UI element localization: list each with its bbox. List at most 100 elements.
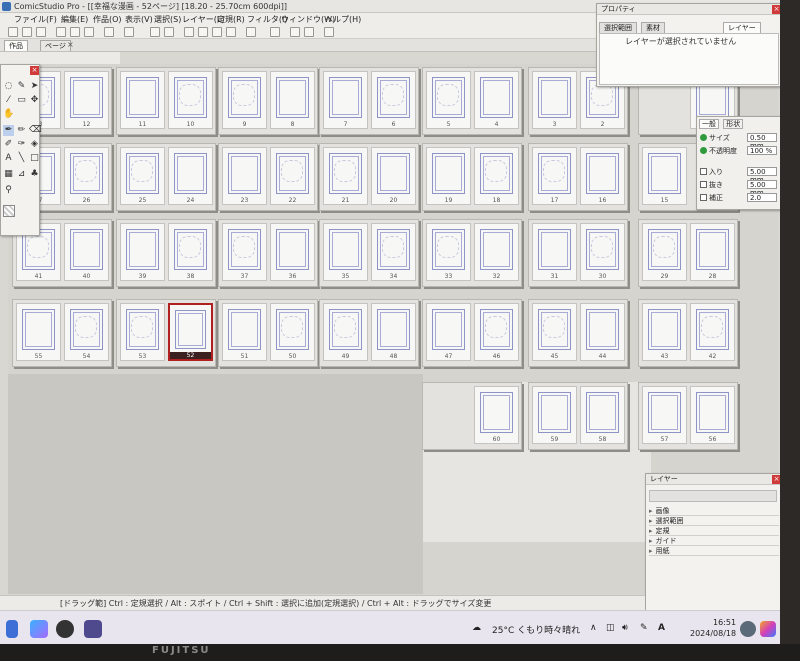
rect-icon[interactable]: □ xyxy=(29,153,40,164)
page-thumbnail[interactable]: 40 xyxy=(64,223,109,281)
page-thumbnail[interactable]: 48 xyxy=(371,303,416,361)
open-icon[interactable] xyxy=(22,27,32,37)
page-thumbnail[interactable]: 37 xyxy=(222,223,267,281)
page-thumbnail[interactable]: 4 xyxy=(474,71,519,129)
size-field[interactable]: 0.50 mm xyxy=(747,133,777,150)
undo-icon[interactable] xyxy=(150,27,160,37)
page-thumbnail[interactable]: 52 xyxy=(168,303,213,361)
zoom-tool-icon[interactable]: ⚲ xyxy=(3,185,14,196)
page-thumbnail[interactable]: 6 xyxy=(371,71,416,129)
end-checkbox[interactable] xyxy=(700,181,707,188)
lock-dot-icon[interactable] xyxy=(700,147,707,154)
page-thumbnail[interactable]: 23 xyxy=(222,147,267,205)
tab-layer[interactable]: レイヤー xyxy=(723,22,761,33)
page-thumbnail[interactable]: 60 xyxy=(474,386,519,444)
page-thumbnail[interactable]: 34 xyxy=(371,223,416,281)
page-thumbnail[interactable]: 33 xyxy=(426,223,471,281)
pen-tray-icon[interactable]: ✎ xyxy=(640,623,648,633)
page-thumbnail[interactable]: 25 xyxy=(120,147,165,205)
export-icon[interactable] xyxy=(290,27,300,37)
page-thumbnail[interactable]: 20 xyxy=(371,147,416,205)
clock[interactable]: 16:51 2024/08/18 xyxy=(690,617,736,639)
tray-arrow-icon[interactable]: ∧ xyxy=(590,623,597,633)
move-icon[interactable]: ✥ xyxy=(29,95,40,106)
page-thumbnail[interactable]: 36 xyxy=(270,223,315,281)
page-thumbnail[interactable]: 53 xyxy=(120,303,165,361)
page-thumbnail[interactable]: 46 xyxy=(474,303,519,361)
stamp-icon[interactable]: ♣ xyxy=(29,169,40,180)
text-icon[interactable]: A xyxy=(3,153,14,164)
page-thumbnail[interactable]: 43 xyxy=(642,303,687,361)
brush-icon[interactable]: ✑ xyxy=(16,139,27,150)
menu-select[interactable]: 選択(S) xyxy=(154,14,181,25)
opacity-field[interactable]: 100 % xyxy=(747,146,777,155)
page-thumbnail[interactable]: 30 xyxy=(580,223,625,281)
marker-icon[interactable]: ✐ xyxy=(3,139,14,150)
tone-icon[interactable]: ▦ xyxy=(3,169,14,180)
save-icon[interactable] xyxy=(36,27,46,37)
page-thumbnail[interactable]: 47 xyxy=(426,303,471,361)
tab-selection[interactable]: 選択範囲 xyxy=(599,22,637,33)
page-thumbnail[interactable]: 28 xyxy=(690,223,735,281)
page-thumbnail[interactable]: 26 xyxy=(64,147,109,205)
page-thumbnail[interactable]: 35 xyxy=(323,223,368,281)
copilot-tray-icon[interactable] xyxy=(760,621,776,637)
tab-material[interactable]: 素材 xyxy=(641,22,665,33)
layer-item[interactable]: ▸ 画像 xyxy=(649,507,779,516)
tab-shape[interactable]: 形状 xyxy=(723,119,744,129)
fill-icon[interactable]: ◈ xyxy=(29,139,40,150)
page-thumbnail[interactable]: 17 xyxy=(532,147,577,205)
page-thumbnail[interactable]: 59 xyxy=(532,386,577,444)
page-thumbnail[interactable]: 58 xyxy=(580,386,625,444)
page-thumbnail[interactable]: 49 xyxy=(323,303,368,361)
paste-icon[interactable] xyxy=(84,27,94,37)
layer-item[interactable]: ▸ 選択範囲 xyxy=(649,517,779,526)
print-icon[interactable] xyxy=(104,27,114,37)
page-thumbnail[interactable]: 22 xyxy=(270,147,315,205)
app-icon[interactable] xyxy=(56,620,74,638)
page-thumbnail[interactable]: 50 xyxy=(270,303,315,361)
page-thumbnail[interactable]: 29 xyxy=(642,223,687,281)
page-thumbnail[interactable]: 16 xyxy=(580,147,625,205)
pencil-icon[interactable]: ✏ xyxy=(16,125,27,136)
page-thumbnail[interactable]: 31 xyxy=(532,223,577,281)
redo-icon[interactable] xyxy=(164,27,174,37)
windows-start-icon[interactable] xyxy=(6,620,18,638)
page-thumbnail[interactable]: 5 xyxy=(426,71,471,129)
page-thumbnail[interactable]: 39 xyxy=(120,223,165,281)
page-thumbnail[interactable]: 32 xyxy=(474,223,519,281)
line-icon[interactable]: ╲ xyxy=(16,153,27,164)
end-field[interactable]: 5.00 mm xyxy=(747,180,777,197)
page-thumbnail[interactable]: 51 xyxy=(222,303,267,361)
layer-item[interactable]: ▸ 用紙 xyxy=(649,547,779,556)
tab-work[interactable]: 作品 xyxy=(4,40,28,51)
menu-view[interactable]: 表示(V) xyxy=(125,14,153,25)
magic-wand-icon[interactable]: ✎ xyxy=(16,81,27,92)
eraser-icon[interactable]: ⌫ xyxy=(29,125,42,136)
page-thumbnail[interactable]: 9 xyxy=(222,71,267,129)
page-thumbnail[interactable]: 54 xyxy=(64,303,109,361)
close-icon[interactable]: × xyxy=(30,66,39,75)
lock-dot-icon[interactable] xyxy=(700,134,707,141)
eyedropper-icon[interactable]: ⁄ xyxy=(3,95,14,106)
story-icon[interactable] xyxy=(270,27,280,37)
page-thumbnail[interactable]: 57 xyxy=(642,386,687,444)
page-thumbnail[interactable]: 3 xyxy=(532,71,577,129)
start-field[interactable]: 5.00 mm xyxy=(747,167,777,184)
layer-item[interactable]: ▸ ガイド xyxy=(649,537,779,546)
page-view-icon[interactable] xyxy=(198,27,208,37)
grid-icon[interactable] xyxy=(226,27,236,37)
page-thumbnail[interactable]: 8 xyxy=(270,71,315,129)
page-thumbnail[interactable]: 19 xyxy=(426,147,471,205)
menu-help[interactable]: ヘルプ(H) xyxy=(325,14,361,25)
page-thumbnail[interactable]: 56 xyxy=(690,386,735,444)
page-thumbnail[interactable]: 24 xyxy=(168,147,213,205)
color-swatch-icon[interactable] xyxy=(3,205,15,217)
layout-icon[interactable] xyxy=(184,27,194,37)
help-icon[interactable] xyxy=(324,27,334,37)
page-thumbnail[interactable]: 12 xyxy=(64,71,109,129)
menu-edit[interactable]: 編集(E) xyxy=(61,14,88,25)
page-thumbnail[interactable]: 10 xyxy=(168,71,213,129)
new-icon[interactable] xyxy=(8,27,18,37)
close-icon[interactable]: × xyxy=(67,40,74,49)
